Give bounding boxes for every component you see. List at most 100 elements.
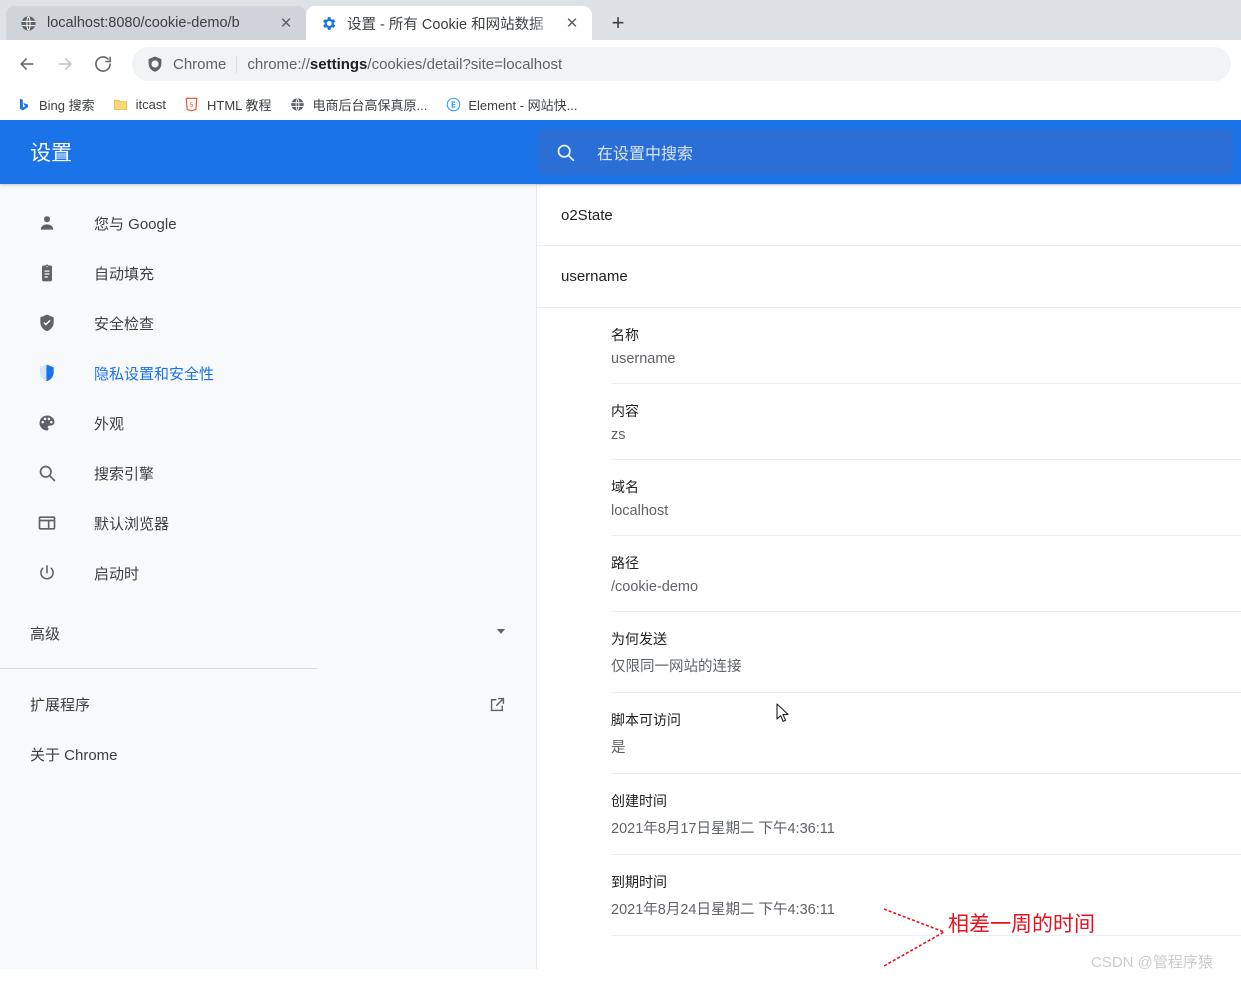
element-icon — [445, 96, 461, 112]
cookie-detail-panel: 名称 username 内容 zs 域名 localhost 路径 /cooki… — [537, 308, 1241, 936]
detail-value: localhost — [611, 503, 669, 519]
detail-row-domain: 域名 localhost — [611, 460, 1241, 536]
shield-icon — [36, 362, 58, 384]
detail-label: 到期时间 — [611, 874, 667, 890]
detail-value: 是 — [611, 740, 626, 756]
bookmark-label: Bing 搜索 — [39, 97, 95, 113]
new-tab-button[interactable]: + — [602, 7, 634, 39]
svg-text:5: 5 — [190, 102, 194, 109]
bookmark-ecommerce[interactable]: 电商后台高保真原... — [282, 92, 436, 117]
browser-tab-2[interactable]: 设置 - 所有 Cookie 和网站数据 ✕ — [306, 6, 592, 40]
sidebar-item-autofill[interactable]: 自动填充 — [0, 248, 536, 298]
detail-row-name: 名称 username — [611, 308, 1241, 384]
bookmark-itcast[interactable]: itcast — [105, 93, 174, 115]
browser-tab-2-title: 设置 - 所有 Cookie 和网站数据 — [347, 16, 544, 33]
cookie-list-item-o2state[interactable]: o2State — [537, 184, 1241, 246]
detail-label: 路径 — [611, 555, 639, 571]
bookmarks-bar: Bing 搜索 itcast 5 HTML 教程 电商后台高保真原... Ele… — [0, 88, 1241, 120]
shield-check-icon — [36, 312, 58, 334]
power-icon — [36, 562, 58, 584]
detail-row-send-for: 为何发送 仅限同一网站的连接 — [611, 612, 1241, 693]
browser-tab-1[interactable]: localhost:8080/cookie-demo/b ✕ — [6, 6, 306, 40]
close-icon[interactable]: ✕ — [562, 13, 582, 33]
forward-button[interactable] — [48, 47, 82, 81]
address-bar[interactable]: Chrome chrome://settings/cookies/detail?… — [132, 47, 1231, 81]
sidebar-item-label: 默认浏览器 — [94, 515, 170, 533]
chevron-down-icon — [494, 624, 508, 642]
sidebar-item-appearance[interactable]: 外观 — [0, 398, 536, 448]
detail-row-created: 创建时间 2021年8月17日星期二 下午4:36:11 — [611, 774, 1241, 855]
sidebar-item-default-browser[interactable]: 默认浏览器 — [0, 498, 536, 548]
sidebar-item-search-engine[interactable]: 搜索引擎 — [0, 448, 536, 498]
sidebar-item-label: 隐私设置和安全性 — [94, 365, 215, 383]
sidebar-item-you-and-google[interactable]: 您与 Google — [0, 198, 536, 248]
settings-page: 设置 在设置中搜索 您与 Google 自动填充 安全检查 隐私设置和安全性 外… — [0, 120, 1241, 969]
bookmark-element[interactable]: Element - 网站快... — [437, 92, 585, 117]
clipboard-icon — [36, 262, 58, 284]
sidebar-item-label: 启动时 — [94, 565, 140, 583]
detail-row-expires: 到期时间 2021年8月24日星期二 下午4:36:11 — [611, 855, 1241, 936]
bookmark-label: 电商后台高保真原... — [312, 97, 428, 113]
gear-icon — [320, 15, 337, 32]
close-icon[interactable]: ✕ — [276, 13, 296, 33]
sidebar-item-label: 高级 — [30, 625, 61, 643]
search-placeholder: 在设置中搜索 — [597, 146, 694, 163]
bing-icon — [16, 96, 32, 112]
sidebar-divider — [0, 668, 317, 669]
detail-row-accessible-to-script: 脚本可访问 是 — [611, 693, 1241, 774]
palette-icon — [36, 412, 58, 434]
detail-label: 脚本可访问 — [611, 712, 681, 728]
sidebar-item-extensions[interactable]: 扩展程序 — [0, 679, 536, 729]
sidebar-item-privacy-and-security[interactable]: 隐私设置和安全性 — [0, 348, 536, 398]
bookmark-label: HTML 教程 — [206, 97, 272, 113]
omnibox-divider — [236, 55, 238, 73]
detail-label: 创建时间 — [611, 793, 667, 809]
globe-icon — [290, 96, 306, 112]
back-button[interactable] — [10, 47, 44, 81]
sidebar-item-on-startup[interactable]: 启动时 — [0, 548, 536, 598]
detail-value: 2021年8月24日星期二 下午4:36:11 — [611, 902, 835, 918]
html5-icon: 5 — [184, 96, 200, 112]
sidebar-item-label: 关于 Chrome — [30, 746, 118, 764]
settings-header: 设置 在设置中搜索 — [0, 120, 1241, 184]
bookmark-label: itcast — [135, 96, 166, 112]
search-icon — [555, 141, 577, 163]
settings-sidebar: 您与 Google 自动填充 安全检查 隐私设置和安全性 外观 搜索引擎 默认浏… — [0, 184, 537, 969]
detail-value: /cookie-demo — [611, 579, 699, 595]
bookmark-html-tutorial[interactable]: 5 HTML 教程 — [176, 92, 280, 117]
detail-value: 仅限同一网站的连接 — [611, 659, 742, 675]
settings-body: 您与 Google 自动填充 安全检查 隐私设置和安全性 外观 搜索引擎 默认浏… — [0, 184, 1241, 969]
cookie-name: username — [561, 268, 628, 285]
detail-label: 内容 — [611, 403, 639, 419]
sidebar-item-label: 自动填充 — [94, 265, 155, 283]
settings-content: o2State username 名称 username 内容 zs 域名 lo… — [537, 184, 1241, 969]
globe-icon — [20, 15, 37, 32]
bookmark-label: Element - 网站快... — [468, 97, 578, 113]
detail-label: 名称 — [611, 327, 639, 343]
detail-label: 为何发送 — [611, 631, 667, 647]
detail-value: username — [611, 351, 676, 367]
search-container: 在设置中搜索 — [537, 129, 1241, 175]
sidebar-item-safety-check[interactable]: 安全检查 — [0, 298, 536, 348]
page-title: 设置 — [30, 142, 72, 165]
detail-value: zs — [611, 427, 626, 443]
browser-toolbar: Chrome chrome://settings/cookies/detail?… — [0, 40, 1241, 88]
browser-window-icon — [36, 512, 58, 534]
detail-row-content: 内容 zs — [611, 384, 1241, 460]
omnibox-url: chrome://settings/cookies/detail?site=lo… — [247, 56, 562, 73]
cookie-list-item-username[interactable]: username — [537, 246, 1241, 308]
detail-value: 2021年8月17日星期二 下午4:36:11 — [611, 821, 835, 837]
open-in-new-icon — [488, 694, 508, 714]
folder-icon — [113, 96, 129, 112]
sidebar-item-about-chrome[interactable]: 关于 Chrome — [0, 729, 536, 779]
detail-row-path: 路径 /cookie-demo — [611, 536, 1241, 612]
detail-label: 域名 — [611, 479, 639, 495]
tab-strip: localhost:8080/cookie-demo/b ✕ 设置 - 所有 C… — [0, 0, 1241, 40]
sidebar-item-label: 安全检查 — [94, 315, 155, 333]
chrome-shield-icon — [146, 55, 164, 73]
search-input[interactable]: 在设置中搜索 — [537, 129, 1233, 175]
sidebar-item-advanced[interactable]: 高级 — [0, 608, 536, 658]
bookmark-bing[interactable]: Bing 搜索 — [8, 92, 103, 117]
omnibox-chip-label: Chrome — [173, 55, 227, 73]
reload-button[interactable] — [86, 47, 120, 81]
